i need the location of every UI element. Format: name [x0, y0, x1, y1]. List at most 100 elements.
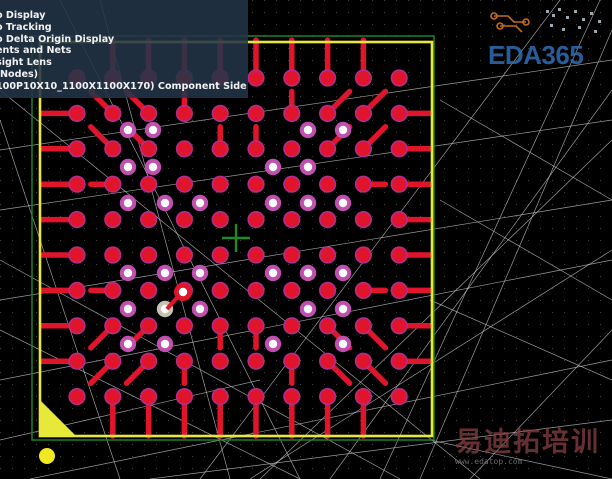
bga-pad-core — [249, 177, 263, 192]
via-hole — [123, 268, 133, 278]
watermark-url: www.edatop.com — [455, 457, 523, 466]
via-hole — [123, 304, 133, 314]
bga-pad-core — [320, 141, 335, 156]
bga-pad-core — [177, 248, 192, 262]
origin-marker-icon — [39, 448, 55, 464]
bga-pad-core — [320, 71, 335, 85]
bga-pad-core — [141, 248, 156, 262]
bga-pad-core — [105, 106, 120, 121]
bga-pad-core — [70, 106, 84, 121]
bga-pad-core — [392, 283, 407, 298]
bga-pad-core — [284, 318, 299, 333]
bga-pad-core — [213, 389, 228, 404]
via-hole — [338, 198, 348, 208]
bga-pad-core — [141, 212, 156, 227]
hud-line-tracking: o Tracking — [0, 21, 52, 33]
bga-pad-core — [177, 354, 192, 369]
via-hole — [160, 268, 170, 278]
bga-pad-core — [284, 283, 299, 298]
via-hole — [123, 125, 133, 135]
bga-pad-core — [356, 318, 371, 333]
bga-pad-core — [105, 141, 120, 156]
bga-pad-core — [249, 248, 263, 262]
hud-line-display: o Display — [0, 10, 46, 21]
bga-pad-core — [213, 318, 228, 333]
bga-pad-core — [213, 141, 228, 156]
bga-pad-core — [70, 141, 84, 156]
bga-pad-core — [213, 106, 228, 121]
bga-pad-core — [70, 283, 84, 298]
bga-pad-core — [70, 212, 84, 227]
bga-pad-core — [284, 141, 299, 156]
bga-pad-core — [249, 71, 263, 85]
bga-pad-core — [284, 177, 299, 192]
bga-pad-core — [105, 283, 120, 298]
bga-pad-core — [105, 354, 120, 369]
bga-pad-core — [141, 177, 156, 192]
bga-pad-core — [177, 212, 192, 227]
bga-pad-core — [249, 389, 263, 404]
hud-line-nodes: -Nodes) — [0, 68, 39, 80]
via-hole — [160, 198, 170, 208]
bga-pad-core — [70, 177, 84, 192]
bga-pad-core — [141, 106, 156, 121]
hud-line-delta-origin: o Delta Origin Display — [0, 33, 115, 45]
bga-pad-core — [392, 106, 407, 121]
bga-pad-core — [249, 141, 263, 156]
bga-pad-core — [356, 141, 371, 156]
bga-pad-core — [213, 177, 228, 192]
bga-pad-core — [213, 248, 228, 262]
bga-pad-core — [141, 354, 156, 369]
bga-pad-core — [177, 106, 192, 121]
bga-pad-core — [284, 354, 299, 369]
bga-pad-core — [284, 71, 299, 85]
bga-pad-core — [392, 212, 407, 227]
bga-pad-core — [320, 248, 335, 262]
bga-pad-core — [356, 106, 371, 121]
hud-line-insight-lens: sight Lens — [0, 57, 52, 69]
bga-pad-core — [105, 212, 120, 227]
bga-pad-core — [284, 212, 299, 227]
display-options-panel: o Display o Tracking o Delta Origin Disp… — [0, 0, 248, 98]
bga-pad-core — [177, 318, 192, 333]
bga-pad-core — [284, 106, 299, 121]
bga-pad-core — [392, 177, 407, 192]
bga-pad-core — [392, 71, 407, 85]
via-hole — [338, 125, 348, 135]
bga-pad-core — [249, 318, 263, 333]
bga-pad-core — [249, 212, 263, 227]
bga-pad-core — [141, 318, 156, 333]
via-hole — [268, 162, 278, 172]
logo-text: EDA365 — [488, 40, 584, 70]
bga-pad-core — [320, 177, 335, 192]
bga-pad-core — [356, 283, 371, 298]
bga-pad-core — [284, 248, 299, 262]
pcb-layout-view[interactable]: o Display o Tracking o Delta Origin Disp… — [0, 0, 612, 479]
bga-pad-core — [320, 389, 335, 404]
via-hole — [268, 268, 278, 278]
bga-pad-core — [356, 212, 371, 227]
bga-pad-core — [356, 71, 371, 85]
bga-pad-core — [249, 283, 263, 298]
bga-pad-core — [284, 389, 299, 404]
bga-pad-core — [70, 389, 84, 404]
bga-pad-core — [177, 177, 192, 192]
bga-pad-core — [141, 283, 156, 298]
via-hole — [268, 198, 278, 208]
bga-pad-core — [249, 106, 263, 121]
via-hole — [303, 198, 313, 208]
hud-line-components-nets: ents and Nets — [0, 45, 72, 57]
via-hole — [195, 268, 205, 278]
via-hole — [303, 268, 313, 278]
via-hole — [123, 339, 133, 349]
bga-pad-core — [70, 354, 84, 369]
bga-pad-core — [105, 177, 120, 192]
bga-pad-core — [392, 141, 407, 156]
bga-pad-core — [392, 248, 407, 262]
bga-pad-core — [177, 389, 192, 404]
bga-pad-core — [213, 354, 228, 369]
via-hole — [303, 304, 313, 314]
via-hole — [303, 162, 313, 172]
via-hole — [195, 198, 205, 208]
via-hole — [123, 198, 133, 208]
